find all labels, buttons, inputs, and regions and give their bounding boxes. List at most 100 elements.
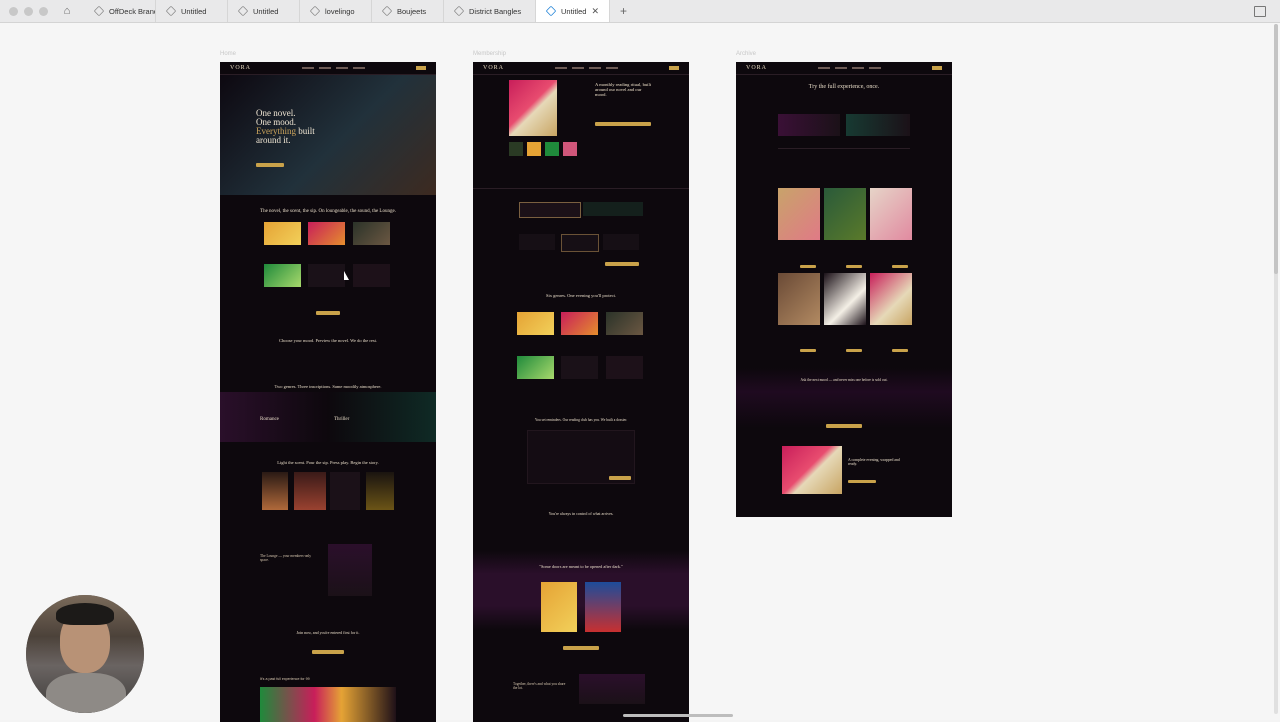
add-to-cart-button[interactable] — [846, 265, 862, 268]
nav-links — [555, 67, 618, 69]
add-to-cart-button[interactable] — [892, 265, 908, 268]
archive-hero-title: Try the full experience, once. — [808, 84, 880, 90]
bundle-button[interactable] — [848, 480, 876, 483]
archive-product[interactable] — [778, 188, 820, 240]
frame-membership[interactable]: VORA A monthly reading ritual, built aro… — [473, 62, 689, 722]
frame-label-archive[interactable]: Archive — [736, 51, 756, 57]
gallery-thumb[interactable] — [527, 142, 541, 156]
frame-label-home[interactable]: Home — [220, 51, 236, 57]
genre-image[interactable] — [606, 312, 643, 335]
product-hero-image — [509, 80, 557, 136]
archive-product[interactable] — [778, 273, 820, 325]
product-image[interactable] — [264, 222, 301, 245]
genre-image[interactable] — [517, 312, 554, 335]
gallery-thumb[interactable] — [509, 142, 523, 156]
tab-1[interactable]: OffDeck Brand 1.0 — [84, 0, 156, 22]
genre-band — [220, 392, 436, 442]
window-controls — [9, 6, 48, 16]
minimize-window-button[interactable] — [24, 6, 33, 16]
faq-button[interactable] — [609, 476, 631, 480]
genre-image[interactable] — [561, 312, 598, 335]
waitlist-button[interactable] — [826, 424, 862, 428]
genre-placeholder — [606, 356, 643, 379]
frame-nav: VORA — [220, 62, 436, 75]
genre-thriller[interactable]: Thriller — [334, 417, 349, 422]
tab-label: Untitled — [253, 6, 279, 16]
shop-button[interactable] — [316, 311, 340, 315]
tag-icon — [165, 5, 177, 17]
tab-2[interactable]: Untitled — [156, 0, 228, 22]
tab-6[interactable]: District Bangles — [444, 0, 536, 22]
ritual-placeholder — [330, 472, 360, 510]
together-image — [579, 674, 645, 704]
product-placeholder — [308, 264, 345, 287]
brand-logo: VORA — [483, 65, 505, 71]
horizontal-scrollbar[interactable] — [623, 714, 733, 717]
section-title-join: Join now, and you're entered first for i… — [296, 630, 360, 635]
person-hair — [56, 603, 114, 625]
genre-romance[interactable]: Romance — [260, 417, 279, 422]
quote-cta-button[interactable] — [563, 646, 599, 650]
product-image[interactable] — [353, 222, 390, 245]
add-to-cart-button[interactable] — [892, 349, 908, 352]
option-card[interactable] — [519, 234, 555, 250]
continue-button[interactable] — [605, 262, 639, 266]
product-placeholder — [353, 264, 390, 287]
archive-product[interactable] — [824, 273, 866, 325]
membership-cta-button[interactable] — [595, 122, 651, 126]
product-image[interactable] — [308, 222, 345, 245]
section-title-scent: The novel, the scent, the sip. On lounge… — [260, 209, 396, 214]
scrollbar-thumb[interactable] — [1274, 24, 1278, 274]
tab-3[interactable]: Untitled — [228, 0, 300, 22]
tab-5[interactable]: Boujeets — [372, 0, 444, 22]
divider — [473, 188, 689, 189]
option-card[interactable] — [603, 234, 639, 250]
zoom-window-button[interactable] — [39, 6, 48, 16]
new-tab-button[interactable]: + — [620, 4, 627, 18]
option-card-selected[interactable] — [519, 202, 581, 218]
gallery-thumb[interactable] — [563, 142, 577, 156]
option-card[interactable] — [583, 202, 643, 216]
archive-product[interactable] — [824, 188, 866, 240]
section-title-ritual: Light the scent. Pour the sip. Press pla… — [277, 460, 379, 465]
quote-band — [473, 550, 689, 630]
frame-label-membership[interactable]: Membership — [473, 51, 506, 57]
frame-archive[interactable]: VORA Try the full experience, once. Ask … — [736, 62, 952, 517]
sidebar-toggle-icon[interactable] — [1254, 6, 1266, 17]
gallery-thumb[interactable] — [545, 142, 559, 156]
add-to-cart-button[interactable] — [800, 265, 816, 268]
plan-card[interactable] — [846, 114, 910, 136]
close-window-button[interactable] — [9, 6, 18, 16]
quote-text: "Some doors are meant to be opened after… — [539, 564, 623, 569]
waitlist-band — [736, 368, 952, 428]
lounge-title: The Lounge — your members-only space. — [260, 554, 312, 562]
frame-nav: VORA — [473, 62, 689, 75]
join-button[interactable] — [312, 650, 344, 654]
genre-image[interactable] — [517, 356, 554, 379]
frame-home[interactable]: VORA One novel. One mood. Everything bui… — [220, 62, 436, 722]
book-cover — [541, 582, 577, 632]
add-to-cart-button[interactable] — [800, 349, 816, 352]
tab-label: OffDeck Brand 1.0 — [109, 6, 155, 16]
option-card-selected[interactable] — [561, 234, 599, 252]
product-image[interactable] — [264, 264, 301, 287]
tab-4[interactable]: lovelingo — [300, 0, 372, 22]
ritual-image — [294, 472, 326, 510]
nav-cta-button[interactable] — [931, 66, 942, 70]
add-to-cart-button[interactable] — [846, 349, 862, 352]
home-icon[interactable]: ⌂ — [60, 4, 74, 18]
plan-card[interactable] — [778, 114, 840, 136]
archive-product[interactable] — [870, 273, 912, 325]
vertical-scrollbar[interactable] — [1274, 24, 1278, 714]
person-shirt — [46, 673, 126, 713]
archive-product[interactable] — [870, 188, 912, 240]
tag-icon — [93, 5, 105, 17]
section-title-genres: Two genres. Three inscriptions. Same moo… — [274, 384, 382, 389]
book-cover — [585, 582, 621, 632]
close-tab-icon[interactable]: ✕ — [591, 6, 599, 17]
nav-cta-button[interactable] — [668, 66, 679, 70]
tag-icon — [453, 5, 465, 17]
tab-7-active[interactable]: Untitled ✕ — [536, 0, 610, 22]
nav-cta-button[interactable] — [415, 66, 426, 70]
hero-cta-button[interactable] — [256, 163, 284, 167]
